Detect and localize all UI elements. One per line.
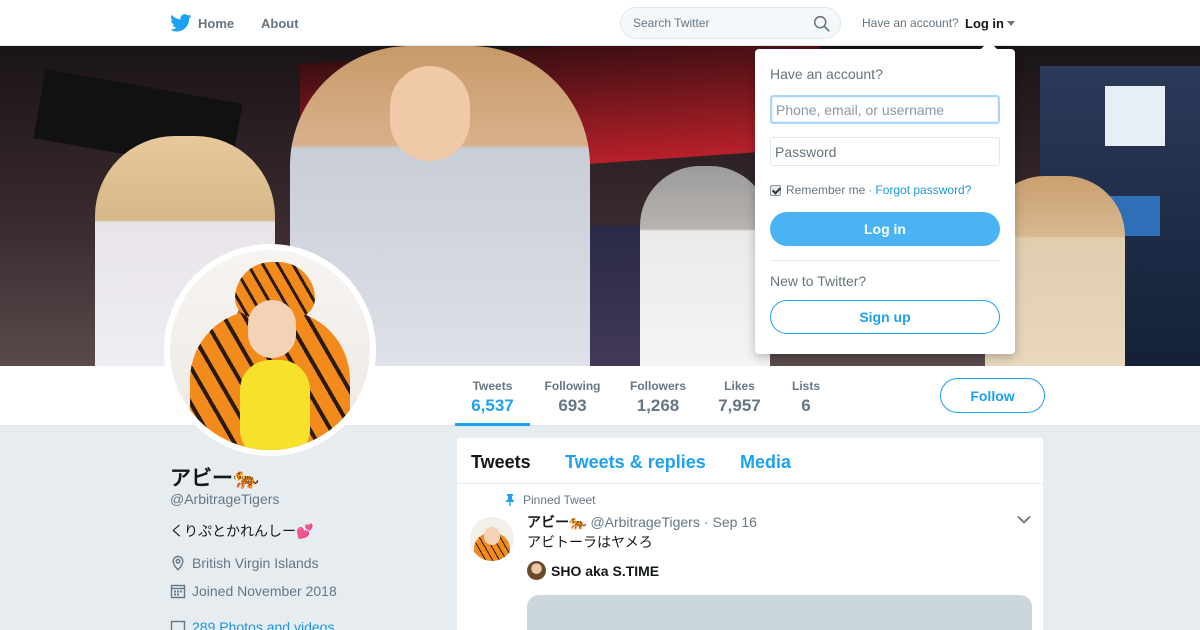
profile-display-name[interactable]: アビー🐅	[170, 462, 259, 492]
pin-icon	[506, 494, 514, 506]
search-input[interactable]	[621, 8, 840, 38]
stat-value: 1,268	[636, 396, 680, 415]
banner-sign-panel	[1105, 86, 1165, 146]
search-icon[interactable]	[813, 15, 830, 32]
pinned-label: Pinned Tweet	[523, 493, 596, 507]
signup-button[interactable]: Sign up	[770, 300, 1000, 334]
new-to-twitter-text: New to Twitter?	[770, 273, 867, 289]
mention-avatar	[527, 561, 546, 580]
pinned-tweet-indicator: Pinned Tweet	[505, 493, 596, 507]
caret-down-icon	[1007, 20, 1015, 26]
profile-avatar[interactable]	[164, 244, 376, 456]
avatar-face	[248, 300, 296, 358]
stat-label: Likes	[724, 379, 755, 393]
login-dropdown: Have an account? Remember me · Forgot pa…	[755, 41, 1015, 354]
photos-videos-label: 289 Photos and videos	[192, 619, 335, 630]
tab-tweets-and-replies[interactable]: Tweets & replies	[565, 452, 706, 473]
profile-handle[interactable]: @ArbitrageTigers	[170, 491, 279, 507]
stat-value: 693	[558, 396, 587, 415]
login-dropdown-toggle[interactable]: Log in	[965, 0, 1015, 46]
stat-label: Followers	[629, 379, 686, 393]
banner-person-face	[390, 66, 470, 161]
password-field[interactable]	[770, 137, 1000, 166]
tweet-author-avatar[interactable]	[470, 517, 514, 561]
login-dropdown-title: Have an account?	[770, 66, 883, 82]
profile-joined-date: Joined November 2018	[170, 583, 337, 599]
avatar-image	[170, 250, 370, 450]
remember-me-checkbox[interactable]	[770, 184, 781, 196]
top-navigation-bar: Home About Have an account? Log in	[0, 0, 1200, 46]
mention-name: SHO aka S.TIME	[551, 562, 660, 579]
tab-tweets[interactable]: Tweets	[471, 452, 531, 473]
tweet-avatar-face	[484, 527, 500, 545]
stat-value: 6	[801, 396, 811, 415]
profile-bio: くりぷとかれんしー💕	[170, 524, 314, 540]
stat-value: 6,537	[471, 396, 514, 415]
profile-location: British Virgin Islands	[170, 555, 319, 571]
login-button[interactable]: Log in	[770, 212, 1000, 246]
stat-label: Following	[544, 379, 601, 393]
stat-following[interactable]: Following 693	[540, 366, 605, 426]
twitter-bird-icon	[170, 14, 192, 32]
tweet-header: アビー🐅 @ArbitrageTigers · Sep 16	[527, 512, 757, 532]
location-text: British Virgin Islands	[192, 555, 319, 571]
tab-media[interactable]: Media	[740, 452, 791, 473]
avatar-costume-belly	[240, 360, 310, 450]
username-field[interactable]	[770, 95, 1000, 124]
forgot-password-link[interactable]: Forgot password?	[875, 183, 971, 197]
have-account-text: Have an account?	[862, 16, 959, 30]
remember-me-label[interactable]: Remember me	[786, 183, 865, 197]
pinned-tweet[interactable]: Pinned Tweet アビー🐅 @ArbitrageTigers · Sep…	[457, 484, 1043, 630]
stat-likes[interactable]: Likes 7,957	[712, 366, 767, 426]
joined-text: Joined November 2018	[192, 583, 337, 599]
remember-me-row: Remember me · Forgot password?	[770, 183, 971, 197]
tweet-media-card[interactable]	[527, 595, 1032, 630]
stat-label: Lists	[791, 379, 820, 393]
nav-home-label: Home	[198, 15, 235, 31]
timeline-tabs: Tweets Tweets & replies Media	[457, 438, 1043, 484]
location-icon	[172, 555, 184, 571]
photos-videos-link[interactable]: 289 Photos and videos	[170, 619, 334, 630]
remember-separator: ·	[868, 183, 873, 197]
timeline: Tweets Tweets & replies Media Pinned Twe…	[456, 437, 1044, 630]
login-toggle-label: Log in	[965, 15, 1004, 31]
stat-label: Tweets	[472, 379, 513, 393]
tweet-mention[interactable]: SHO aka S.TIME	[527, 561, 659, 580]
nav-home-link[interactable]: Home	[170, 0, 234, 46]
stat-followers[interactable]: Followers 1,268	[625, 366, 691, 426]
tweet-timestamp[interactable]: Sep 16	[713, 514, 757, 530]
stat-tweets[interactable]: Tweets 6,537	[455, 366, 530, 426]
nav-about-link[interactable]: About	[261, 0, 299, 46]
stat-value: 7,957	[718, 396, 761, 415]
calendar-icon	[170, 584, 186, 599]
tweet-separator: ·	[703, 514, 709, 530]
tweet-author-handle[interactable]: @ArbitrageTigers	[590, 514, 699, 530]
dropdown-divider	[770, 260, 1000, 261]
tweet-text: アビトーラはヤメろ	[527, 535, 653, 551]
search-box[interactable]	[620, 7, 841, 39]
banner-person	[640, 166, 770, 366]
photo-icon	[170, 620, 186, 630]
chevron-down-icon[interactable]	[1017, 515, 1031, 525]
tweet-author-name[interactable]: アビー🐅	[527, 512, 586, 532]
follow-button[interactable]: Follow	[940, 378, 1045, 413]
stat-lists[interactable]: Lists 6	[786, 366, 826, 426]
